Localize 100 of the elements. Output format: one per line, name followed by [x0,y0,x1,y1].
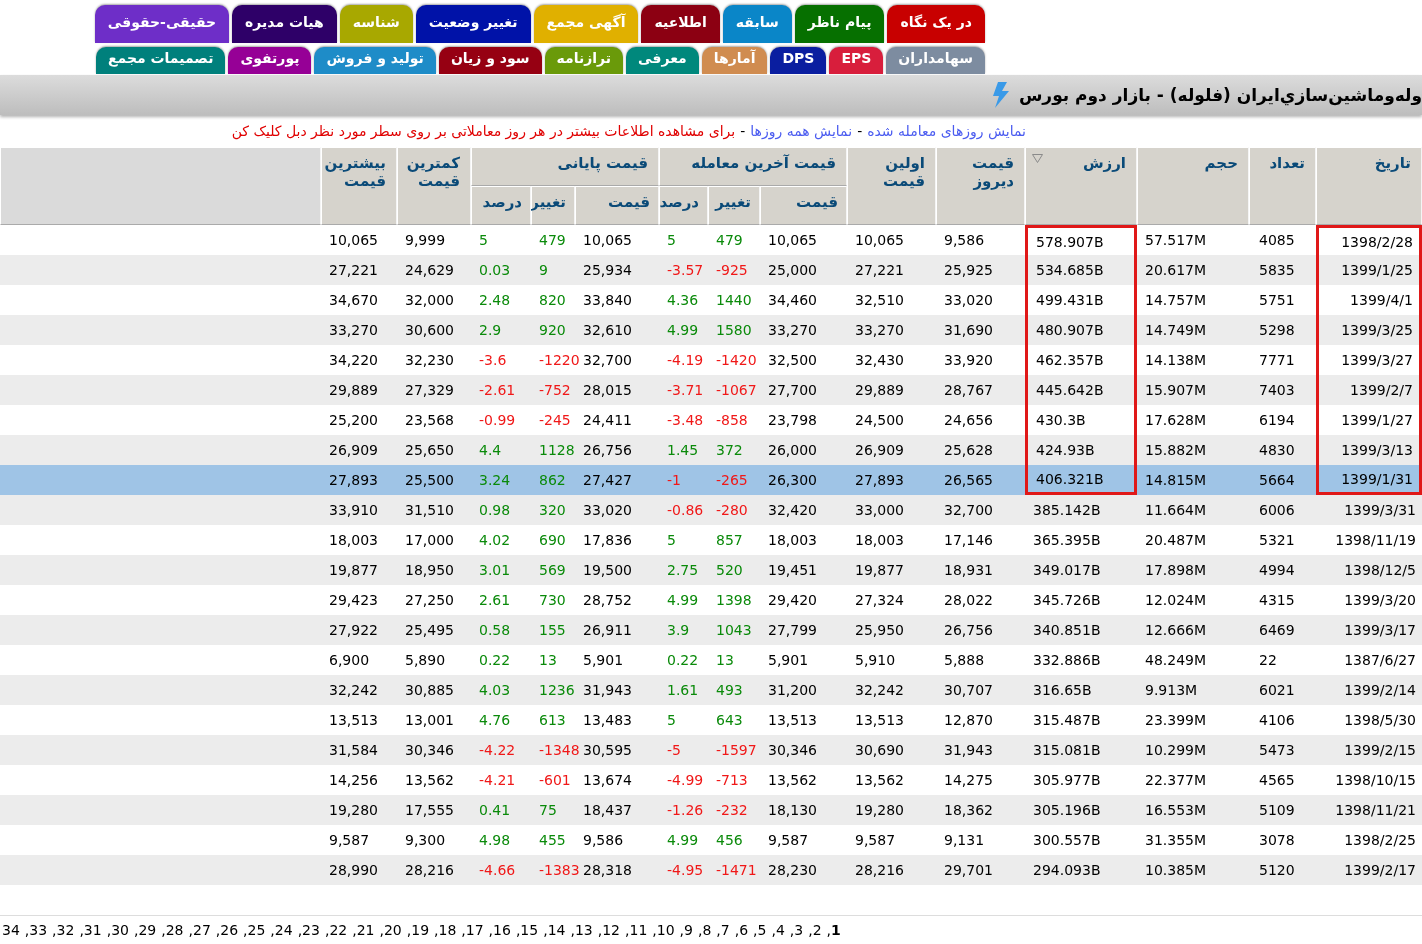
table-cell[interactable]: 25,925 [936,255,1025,285]
table-cell[interactable]: 14.757M [1137,285,1249,315]
table-cell[interactable]: 4.99 [659,825,708,855]
table-cell[interactable]: 3.9 [659,615,708,645]
page-link[interactable]: 16 [493,922,511,938]
table-cell[interactable]: 2.9 [471,315,531,345]
table-cell[interactable]: -601 [531,765,575,795]
table-cell[interactable]: 14,256 [321,765,397,795]
table-cell[interactable]: 32,510 [847,285,936,315]
table-cell[interactable]: 5,890 [397,645,471,675]
table-cell[interactable]: 19,451 [760,555,847,585]
table-cell[interactable]: 9.913M [1137,675,1249,705]
table-cell[interactable]: 17,146 [936,525,1025,555]
table-cell[interactable]: 6006 [1249,495,1316,525]
table-cell[interactable]: 32,242 [321,675,397,705]
page-link[interactable]: 5 [757,922,767,938]
table-cell[interactable]: 2.61 [471,585,531,615]
table-cell[interactable]: -3.48 [659,405,708,435]
nav-tab[interactable]: DPS [770,47,827,74]
table-cell[interactable]: 493 [708,675,760,705]
table-cell[interactable]: 27,329 [397,375,471,405]
page-link[interactable]: 34 [2,922,20,938]
table-cell[interactable]: 2.48 [471,285,531,315]
table-cell[interactable]: 9,587 [760,825,847,855]
table-cell[interactable]: 3.01 [471,555,531,585]
table-cell[interactable]: 27,893 [321,465,397,495]
table-cell[interactable]: 32,500 [760,345,847,375]
table-cell[interactable]: -4.21 [471,765,531,795]
table-cell[interactable]: 33,270 [321,315,397,345]
table-cell[interactable]: 332.886B [1025,645,1137,675]
page-link[interactable]: 27 [192,922,211,938]
table-cell[interactable]: -1471 [708,855,760,885]
table-cell[interactable]: 26,565 [936,465,1025,495]
table-cell[interactable]: 349.017B [1025,555,1137,585]
table-cell[interactable]: 17.628M [1137,405,1249,435]
table-cell[interactable]: -245 [531,405,575,435]
table-cell[interactable]: 18,130 [760,795,847,825]
table-cell[interactable]: 300.557B [1025,825,1137,855]
table-cell[interactable]: 5 [659,525,708,555]
table-cell[interactable]: 14.749M [1137,315,1249,345]
table-cell[interactable]: 1128 [531,435,575,465]
nav-tab[interactable]: اطلاعیه [641,5,720,43]
nav-tab[interactable]: هیات مدیره [232,5,337,43]
table-cell[interactable]: 1398/5/30 [1316,705,1422,735]
table-cell[interactable]: 27,799 [760,615,847,645]
table-cell[interactable]: 5298 [1249,315,1316,345]
table-cell[interactable]: 1399/2/14 [1316,675,1422,705]
table-cell[interactable]: 13,483 [575,705,659,735]
column-header[interactable]: بیشترین قیمت [321,147,397,225]
table-cell[interactable]: -3.71 [659,375,708,405]
table-cell[interactable]: 20.617M [1137,255,1249,285]
table-cell[interactable]: 28,022 [936,585,1025,615]
table-cell[interactable]: 0.41 [471,795,531,825]
table-cell[interactable]: 479 [708,225,760,255]
table-cell[interactable]: 5751 [1249,285,1316,315]
table-cell[interactable]: -280 [708,495,760,525]
table-cell[interactable]: 1398/2/25 [1316,825,1422,855]
table-cell[interactable]: 18,003 [321,525,397,555]
table-cell[interactable]: 9,999 [397,225,471,255]
table-cell[interactable]: 1398 [708,585,760,615]
nav-tab[interactable]: پورتفوی [228,47,312,74]
table-cell[interactable]: -4.22 [471,735,531,765]
page-link[interactable]: 2 [812,922,822,938]
table-cell[interactable]: 690 [531,525,575,555]
page-link[interactable]: 13 [574,922,593,938]
table-cell[interactable]: 569 [531,555,575,585]
nav-tab[interactable]: سود و زیان [438,47,542,74]
table-cell[interactable]: -5 [659,735,708,765]
table-cell[interactable]: 29,889 [847,375,936,405]
table-cell[interactable]: 24,629 [397,255,471,285]
table-cell[interactable]: 0.98 [471,495,531,525]
table-cell[interactable]: 25,000 [760,255,847,285]
table-cell[interactable]: 5 [471,225,531,255]
page-link[interactable]: 12 [602,922,620,938]
table-cell[interactable]: 9,587 [847,825,936,855]
table-cell[interactable]: 2.75 [659,555,708,585]
column-header[interactable]: تعداد [1249,147,1316,225]
page-link[interactable]: 24 [274,922,293,938]
table-cell[interactable]: 33,020 [936,285,1025,315]
page-link[interactable]: 19 [411,922,430,938]
table-cell[interactable]: 25,934 [575,255,659,285]
column-header[interactable]: تاریخ [1316,147,1422,225]
table-cell[interactable]: 30,885 [397,675,471,705]
table-cell[interactable]: 13,562 [847,765,936,795]
table-cell[interactable]: 0.22 [471,645,531,675]
table-cell[interactable]: 28,015 [575,375,659,405]
table-cell[interactable]: 1398/10/15 [1316,765,1422,795]
table-cell[interactable]: 17,000 [397,525,471,555]
page-link[interactable]: 7 [720,922,730,938]
table-cell[interactable]: 1398/11/19 [1316,525,1422,555]
table-cell[interactable]: 10.299M [1137,735,1249,765]
table-cell[interactable]: -0.86 [659,495,708,525]
table-cell[interactable]: 26,000 [760,435,847,465]
table-cell[interactable]: 27,250 [397,585,471,615]
table-cell[interactable]: 1399/3/20 [1316,585,1422,615]
nav-tab[interactable]: تصمیمات مجمع [95,47,226,74]
table-cell[interactable]: 820 [531,285,575,315]
table-cell[interactable]: 6,900 [321,645,397,675]
table-cell[interactable]: 27,221 [321,255,397,285]
nav-tab[interactable]: تولید و فروش [314,47,436,74]
